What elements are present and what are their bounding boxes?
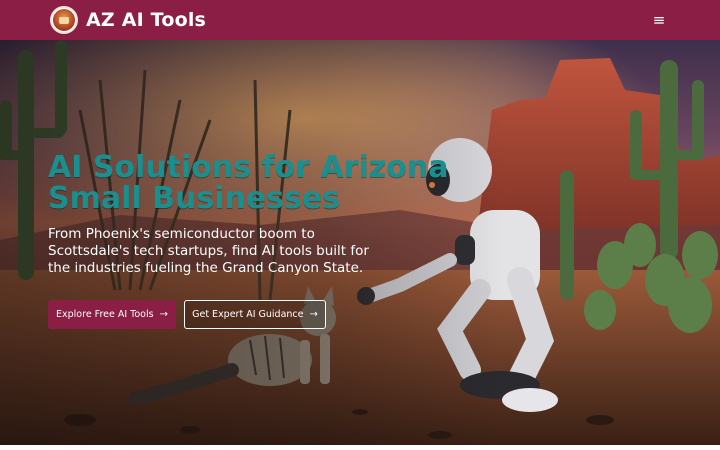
hero-subtitle: From Phoenix's semiconductor boom to Sco… [48,226,369,276]
get-expert-ai-guidance-button[interactable]: Get Expert AI Guidance → [184,300,326,329]
arrow-right-icon: → [309,309,318,320]
hero-title-line1: AI Solutions for Arizona [48,150,449,185]
hero-title-line2: Small Businesses [48,181,341,216]
hamburger-menu-icon[interactable]: ≡ [648,9,670,31]
hero-section: AI Solutions for Arizona Small Businesse… [0,40,720,445]
explore-free-ai-tools-button[interactable]: Explore Free AI Tools → [48,300,176,329]
guidance-button-label: Get Expert AI Guidance [192,309,304,320]
arrow-right-icon: → [159,309,168,320]
hero-title: AI Solutions for Arizona Small Businesse… [48,152,488,214]
site-header: AZ AI Tools ≡ [0,0,720,40]
explore-button-label: Explore Free AI Tools [56,309,154,320]
brand-name[interactable]: AZ AI Tools [86,9,206,31]
page-body-start [0,445,720,450]
logo-emblem [53,9,75,31]
arizona-ai-tools-logo-icon[interactable] [50,6,78,34]
